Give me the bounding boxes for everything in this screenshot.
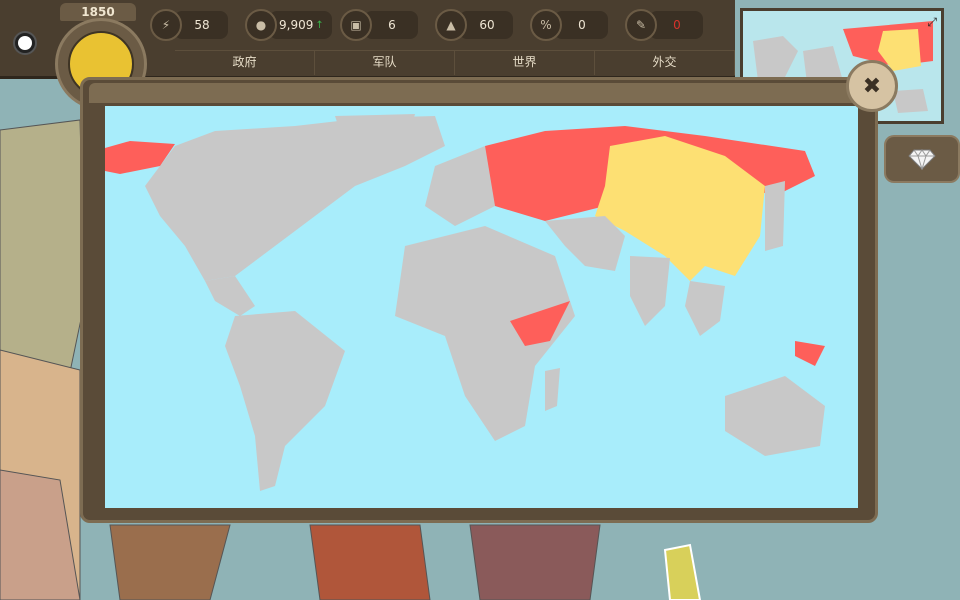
manpower-value: 60 [459, 11, 513, 39]
resource-money[interactable]: ● 9,909 ↑ [245, 9, 332, 41]
world-map[interactable] [105, 106, 858, 508]
world-map-frame [105, 106, 858, 508]
crate-icon: ▣ [340, 9, 372, 41]
money-value: 9,909 ↑ [269, 11, 332, 39]
tab-diplomacy[interactable]: 外交 [595, 51, 735, 75]
expand-icon[interactable]: ⤢ [927, 15, 937, 30]
money-amount: 9,909 [279, 18, 314, 32]
resource-research[interactable]: ✎ 0 [625, 9, 703, 41]
world-map-dialog [80, 77, 878, 523]
supplies-value: 6 [364, 11, 418, 39]
gem-button[interactable] [884, 135, 960, 183]
tax-value: 0 [554, 11, 608, 39]
tab-world[interactable]: 世界 [455, 51, 595, 75]
resource-manpower[interactable]: ▲ 60 [435, 9, 513, 41]
tab-army[interactable]: 军队 [315, 51, 455, 75]
dialog-header [89, 83, 869, 103]
pen-icon: ✎ [625, 9, 657, 41]
research-value: 0 [649, 11, 703, 39]
boot-icon: ▲ [435, 9, 467, 41]
lightning-icon: ⚡ [150, 9, 182, 41]
tab-government[interactable]: 政府 [175, 51, 315, 75]
close-icon[interactable]: ✖ [846, 60, 898, 112]
resource-tax[interactable]: % 0 [530, 9, 608, 41]
percent-icon: % [530, 9, 562, 41]
money-trend: ↑ [315, 19, 324, 31]
resource-energy[interactable]: ⚡ 58 [150, 9, 228, 41]
resource-supplies[interactable]: ▣ 6 [340, 9, 418, 41]
gem-icon [908, 149, 936, 170]
main-tabs: 政府 军队 世界 外交 [175, 50, 735, 75]
pause-button[interactable] [13, 31, 37, 55]
energy-value: 58 [174, 11, 228, 39]
coins-icon: ● [245, 9, 277, 41]
japan-landmass [765, 181, 785, 251]
